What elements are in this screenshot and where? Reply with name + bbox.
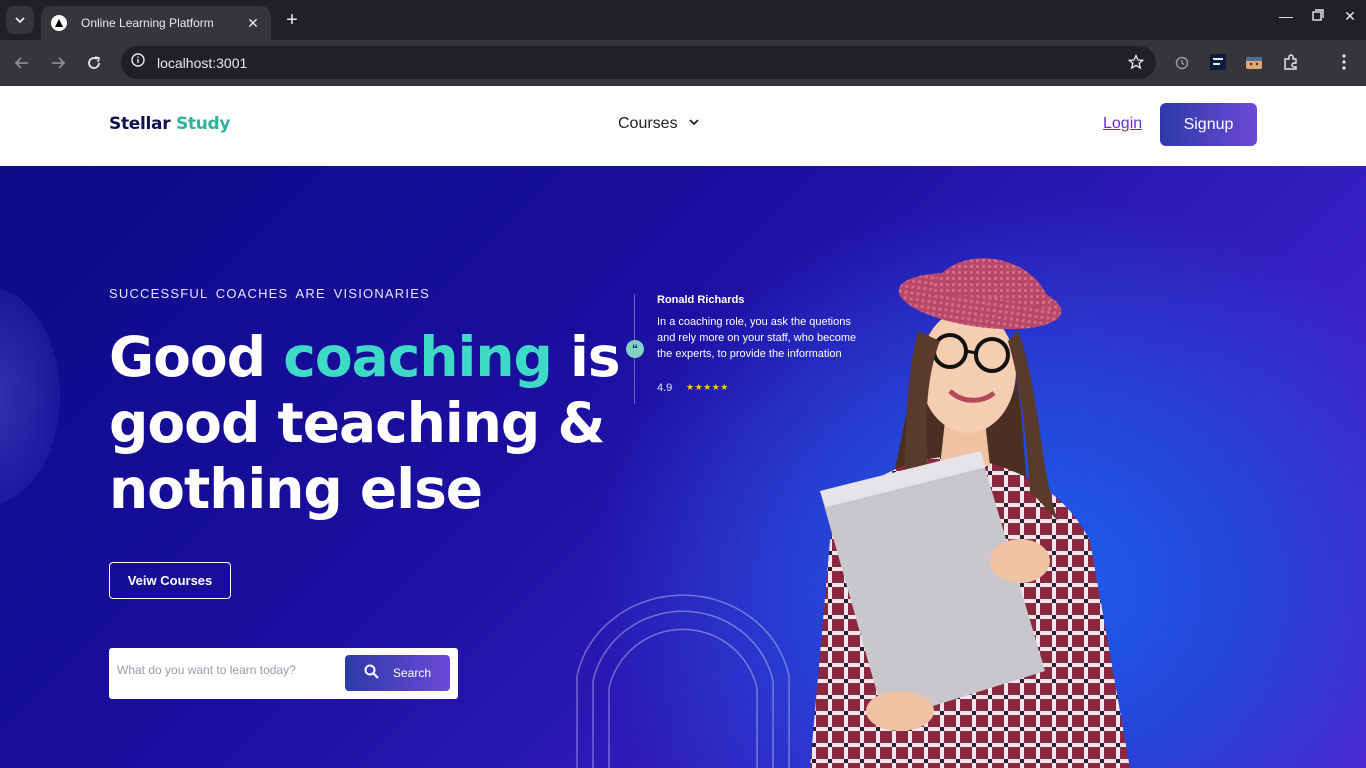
courses-dropdown[interactable]: Courses (618, 115, 700, 133)
search-box: Search (109, 648, 458, 699)
back-icon[interactable] (11, 52, 33, 74)
search-icon (364, 664, 379, 682)
dictionary-extension-icon[interactable] (1208, 52, 1228, 72)
bookmark-star-icon[interactable] (1127, 53, 1145, 75)
cat-extension-icon[interactable] (1244, 52, 1264, 72)
logo-word-stellar: Stellar (109, 114, 171, 134)
browser-toolbar: localhost:3001 (0, 40, 1366, 86)
view-courses-button[interactable]: Veiw Courses (109, 562, 231, 599)
login-link[interactable]: Login (1103, 115, 1142, 133)
headline-accent: coaching (283, 325, 553, 389)
headline-part-1: Good (109, 325, 266, 389)
decorative-glow (0, 286, 60, 506)
decorative-arches (576, 594, 790, 768)
tab-close-icon[interactable]: ✕ (245, 15, 261, 32)
student-photo (810, 258, 1130, 768)
browser-tab[interactable]: Online Learning Platform ✕ (41, 6, 271, 40)
forward-icon[interactable] (47, 52, 69, 74)
site-info-icon[interactable] (131, 53, 145, 72)
extensions-icon[interactable] (1281, 52, 1301, 72)
quote-icon: “ (626, 340, 644, 358)
minimize-icon[interactable]: — (1274, 8, 1298, 24)
search-button[interactable]: Search (345, 655, 450, 691)
reload-icon[interactable] (83, 52, 105, 74)
tab-list-icon[interactable] (6, 6, 34, 34)
url-text: localhost:3001 (157, 54, 248, 71)
search-button-label: Search (392, 666, 432, 680)
site-header: Stellar Study Courses Login Signup (0, 86, 1366, 166)
hero-headline: Good coaching is good teaching & nothing… (109, 324, 629, 522)
testimonial-rating: 4.9 (657, 382, 673, 394)
rating-stars-icon: ★★★★★ (686, 382, 729, 392)
site-logo[interactable]: Stellar Study (109, 114, 230, 134)
address-bar[interactable]: localhost:3001 (121, 46, 1156, 79)
menu-icon[interactable] (1334, 52, 1354, 72)
browser-tab-strip: Online Learning Platform ✕ + — ✕ (0, 0, 1366, 40)
chevron-down-icon (688, 115, 700, 133)
new-tab-icon[interactable]: + (282, 8, 302, 32)
signup-button[interactable]: Signup (1160, 103, 1257, 146)
site-favicon-icon (51, 15, 67, 31)
testimonial-author: Ronald Richards (657, 294, 745, 306)
logo-word-study: Study (175, 114, 231, 134)
tab-title: Online Learning Platform (81, 16, 214, 30)
alarm-extension-icon[interactable] (1172, 52, 1192, 72)
hero-section: SUCCESSFUL COACHES ARE VISIONARIES Good … (0, 166, 1366, 768)
restore-icon[interactable] (1306, 8, 1330, 24)
search-input[interactable] (117, 663, 337, 677)
hero-tagline: SUCCESSFUL COACHES ARE VISIONARIES (109, 286, 430, 301)
courses-nav-label: Courses (618, 115, 678, 132)
close-icon[interactable]: ✕ (1338, 8, 1362, 25)
